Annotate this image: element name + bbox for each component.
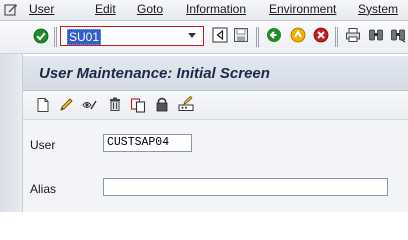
selection-form [23, 120, 408, 212]
menu-item-information[interactable]: Information [186, 2, 246, 16]
command-field[interactable]: SU01 [65, 28, 205, 45]
find-icon[interactable] [368, 27, 384, 43]
page-title: User Maintenance: Initial Screen [39, 65, 270, 82]
user-label: User [30, 138, 56, 152]
delete-icon[interactable] [107, 96, 123, 112]
change-icon[interactable] [58, 97, 74, 113]
toolbar-separator [335, 27, 339, 47]
menu-item-environment[interactable]: Environment [269, 2, 336, 16]
toolbar-separator [256, 27, 260, 47]
toolbar-separator [54, 27, 58, 47]
change-password-icon[interactable] [178, 96, 194, 112]
back-icon[interactable] [266, 27, 282, 43]
collapse-left-icon[interactable] [212, 27, 228, 43]
menu-item-goto[interactable]: Goto [137, 2, 163, 16]
cancel-icon[interactable] [313, 27, 329, 43]
chevron-down-icon[interactable] [188, 33, 196, 38]
alias-label: Alias [30, 182, 57, 196]
print-icon[interactable] [345, 27, 361, 43]
copy-icon[interactable] [130, 97, 146, 113]
lock-icon[interactable] [154, 96, 170, 112]
menu-icon[interactable] [3, 2, 19, 18]
command-field-value[interactable]: SU01 [67, 29, 102, 45]
find-next-icon[interactable] [390, 27, 406, 43]
exit-icon[interactable] [290, 27, 306, 43]
user-field[interactable]: CUSTSAP04 [103, 134, 192, 152]
left-navigation-strip [0, 54, 23, 212]
display-icon[interactable] [82, 97, 98, 113]
enter-checkmark-icon[interactable] [33, 28, 49, 44]
create-icon[interactable] [35, 97, 51, 113]
title-bar: User Maintenance: Initial Screen [23, 56, 408, 91]
application-toolbar [23, 91, 408, 120]
menu-item-user[interactable]: User [29, 2, 54, 16]
alias-field[interactable] [103, 178, 388, 196]
menu-item-edit[interactable]: Edit [95, 2, 116, 16]
save-icon[interactable] [233, 27, 249, 43]
menu-bar: User Edit Goto Information Environment S… [0, 0, 408, 21]
menu-item-system[interactable]: System [358, 2, 398, 16]
